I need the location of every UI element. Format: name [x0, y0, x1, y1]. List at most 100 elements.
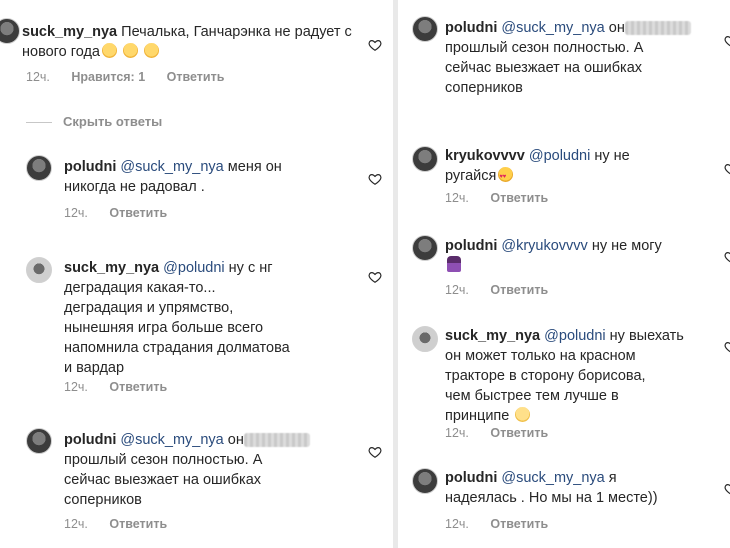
sad-face-emoji [123, 43, 139, 58]
reply-button[interactable]: Ответить [109, 517, 167, 531]
heart-icon[interactable] [724, 250, 730, 264]
avatar[interactable] [412, 146, 438, 172]
avatar[interactable] [412, 468, 438, 494]
reply-line: сейчас выезжает на ошибках [64, 472, 262, 488]
sad-face-emoji [101, 43, 117, 58]
reply-line: он [227, 432, 244, 448]
reply-time: 12ч. [64, 380, 88, 394]
reply-line: прошлый сезон полностью. А [445, 40, 644, 56]
reply-time: 12ч. [64, 206, 88, 220]
reply-text: poludni @suck_my_nya он прошлый сезон по… [64, 430, 364, 510]
reply-line: деградация и упрямство, [64, 300, 234, 316]
reply-meta: 12ч. Ответить [445, 283, 566, 297]
avatar[interactable] [412, 16, 438, 42]
avatar[interactable] [26, 257, 52, 283]
reply-username[interactable]: poludni [445, 470, 497, 486]
avatar[interactable] [26, 155, 52, 181]
reply-time: 12ч. [445, 191, 469, 205]
reply-mention[interactable]: @suck_my_nya [120, 159, 223, 175]
reply-username[interactable]: poludni [64, 432, 116, 448]
reply-meta: 12ч. Ответить [445, 426, 566, 440]
reply-username[interactable]: poludni [64, 159, 116, 175]
comment-top: suck_my_nya Печалька, Ганчарэнка не раду… [0, 0, 393, 100]
reply-line: принципе [445, 408, 510, 424]
avatar[interactable] [0, 18, 20, 44]
reply-line: я [608, 470, 617, 486]
right-screenshot-panel: poludni @suck_my_nya он прошлый сезон по… [398, 0, 730, 548]
reply-mention[interactable]: @suck_my_nya [120, 432, 223, 448]
reply-mention[interactable]: @poludni [529, 148, 590, 164]
reply-button[interactable]: Ответить [490, 517, 548, 531]
reply-line: ну не могу [591, 238, 662, 254]
heart-icon[interactable] [724, 340, 730, 354]
reply-line: тракторе в сторону борисова, [445, 368, 646, 384]
reply-line: напомнила страдания долматова [64, 340, 290, 356]
reply-line: и вардар [64, 360, 125, 376]
reply-button[interactable]: Ответить [490, 283, 548, 297]
grimacing-emoji [515, 407, 531, 422]
reply-button[interactable]: Ответить [490, 191, 548, 205]
hide-replies-line [26, 122, 52, 123]
reply-mention[interactable]: @suck_my_nya [501, 20, 604, 36]
reply-text: poludni @suck_my_nya я надеялась . Но мы… [445, 468, 725, 508]
reply-username[interactable]: suck_my_nya [64, 260, 159, 276]
redacted-text [624, 21, 691, 36]
heart-icon[interactable] [724, 482, 730, 496]
reply-text: poludni @suck_my_nya он прошлый сезон по… [445, 18, 715, 98]
heart-icon[interactable] [724, 34, 730, 48]
reply-username[interactable]: poludni [445, 238, 497, 254]
reply-time: 12ч. [64, 517, 88, 531]
heart-eyes-emoji [498, 167, 514, 187]
avatar[interactable] [412, 326, 438, 352]
reply-line: ну не [594, 148, 630, 164]
reply-line: деградация какая-то... [64, 280, 216, 296]
reply-mention[interactable]: @poludni [163, 260, 224, 276]
heart-icon[interactable] [368, 172, 382, 186]
heart-icon[interactable] [368, 38, 382, 52]
reply-line: ругайся [445, 168, 497, 184]
heart-icon[interactable] [724, 162, 730, 176]
reply-username[interactable]: suck_my_nya [445, 328, 540, 344]
sad-face-emoji [144, 43, 160, 58]
reply-text: poludni @kryukovvvv ну не могу [445, 236, 715, 276]
heart-icon[interactable] [368, 445, 382, 459]
avatar[interactable] [26, 428, 52, 454]
hide-replies-button[interactable]: Скрыть ответы [63, 114, 180, 129]
reply-text: kryukovvvv @poludni ну не ругайся [445, 146, 715, 187]
reply-button[interactable]: Ответить [109, 380, 167, 394]
heart-icon[interactable] [368, 270, 382, 284]
reply-line: соперников [445, 80, 523, 96]
reply-text: suck_my_nya @poludni ну выехать он может… [445, 326, 725, 426]
reply-line: ну с нг [228, 260, 273, 276]
reply-mention[interactable]: @kryukovvvv [501, 238, 587, 254]
reply-time: 12ч. [445, 283, 469, 297]
reply-mention[interactable]: @poludni [544, 328, 605, 344]
left-screenshot-panel: suck_my_nya Печалька, Ганчарэнка не раду… [0, 0, 393, 548]
redacted-text [243, 433, 310, 448]
reply-line: соперников [64, 492, 142, 508]
reply-line: меня он [227, 159, 282, 175]
reply-meta: 12ч. Ответить [445, 517, 566, 531]
reply-button[interactable]: Ответить [109, 206, 167, 220]
comment-username[interactable]: suck_my_nya [22, 24, 117, 40]
reply-text: suck_my_nya @poludni ну с нг деградация … [64, 258, 364, 378]
reply-button[interactable]: Ответить [490, 426, 548, 440]
likes-count[interactable]: Нравится: 1 [71, 70, 145, 84]
comment-text: suck_my_nya Печалька, Ганчарэнка не раду… [22, 22, 352, 62]
reply-text: poludni @suck_my_nya меня он никогда не … [64, 157, 354, 197]
reply-mention[interactable]: @suck_my_nya [501, 470, 604, 486]
reply-line: чем быстрее тем лучше в [445, 388, 619, 404]
reply-meta: 12ч. Ответить [64, 517, 185, 531]
reply-meta: 12ч. Ответить [64, 206, 185, 220]
facepalm-emoji [447, 256, 461, 272]
reply-username[interactable]: poludni [445, 20, 497, 36]
reply-meta: 12ч. Ответить [64, 380, 185, 394]
reply-time: 12ч. [445, 426, 469, 440]
reply-line: он может только на красном [445, 348, 636, 364]
reply-button[interactable]: Ответить [167, 70, 225, 84]
reply-line: ну выехать [609, 328, 684, 344]
reply-line: нынешняя игра больше всего [64, 320, 264, 336]
reply-username[interactable]: kryukovvvv [445, 148, 525, 164]
avatar[interactable] [412, 235, 438, 261]
reply-time: 12ч. [445, 517, 469, 531]
